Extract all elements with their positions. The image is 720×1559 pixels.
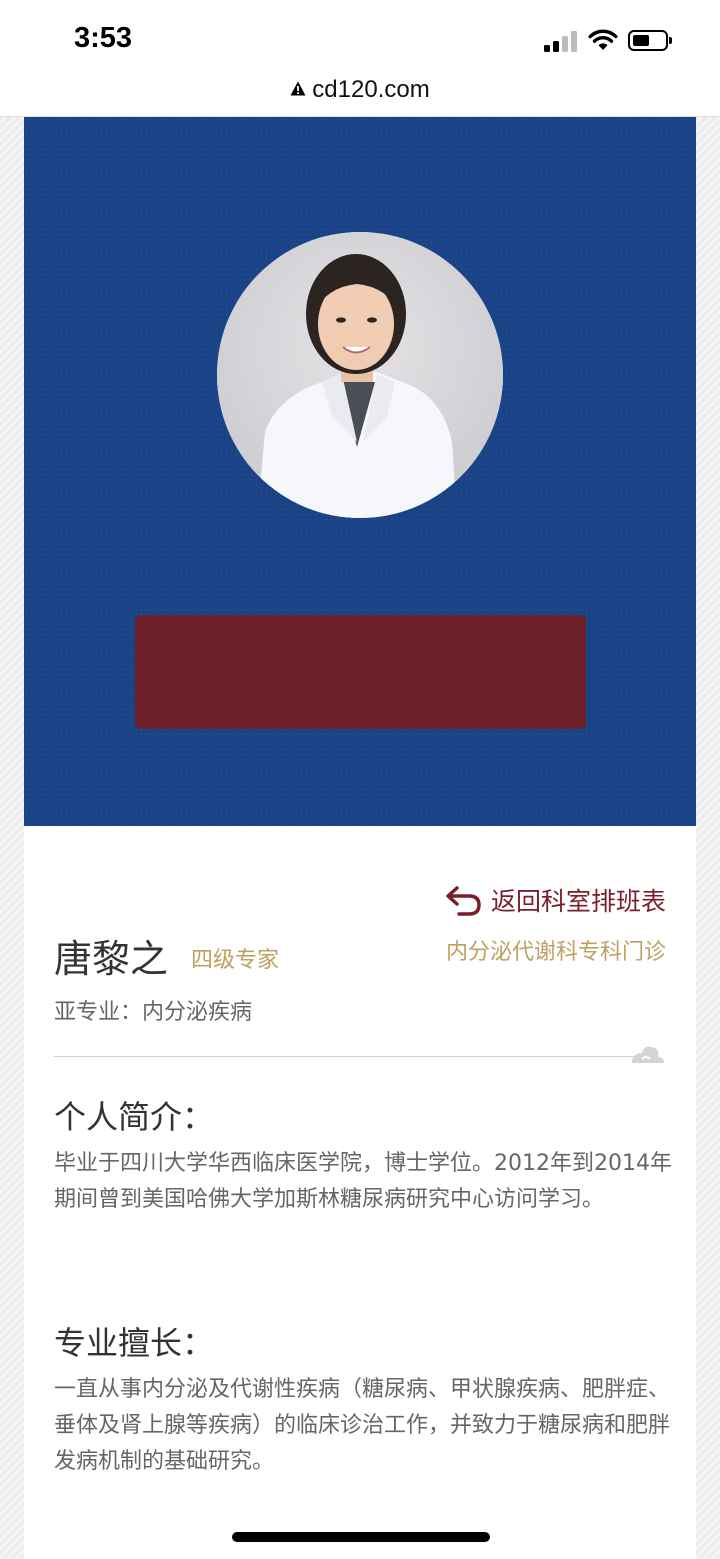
status-time: 3:53: [74, 22, 133, 54]
doctor-info-card: 返回科室排班表 内分泌代谢科专科门诊 唐黎之 四级专家 亚专业：内分泌疾病 个人…: [24, 826, 696, 1559]
expertise-text: 一直从事内分泌及代谢性疾病（糖尿病、甲状腺疾病、肥胖症、垂体及肾上腺等疾病）的临…: [54, 1377, 671, 1474]
page-margin-right: [696, 117, 720, 1559]
back-to-schedule-link[interactable]: 返回科室排班表: [445, 882, 666, 918]
name-banner: [135, 615, 586, 729]
doctor-title: 四级专家: [191, 948, 280, 973]
not-secure-warning-icon: [290, 81, 306, 96]
doctor-name: 唐黎之: [54, 937, 169, 981]
battery-icon: [628, 30, 672, 51]
cloud-ornament-icon: [632, 1046, 664, 1063]
home-indicator[interactable]: [232, 1532, 490, 1542]
doctor-avatar: [217, 232, 503, 518]
page-margin-left: [0, 117, 24, 1559]
bio-text: 毕业于四川大学华西临床医学院，博士学位。2012年到2014年期间曾到美国哈佛大…: [54, 1151, 672, 1212]
return-arrow-icon: [446, 886, 481, 916]
expertise-heading: 专业擅长：: [54, 1324, 215, 1362]
department-name: 内分泌代谢科专科门诊: [445, 940, 666, 965]
cellular-signal-icon: [544, 30, 580, 52]
section-divider: [54, 1056, 634, 1057]
status-bar: 3:53: [0, 0, 720, 74]
subspecialty: 亚专业：内分泌疾病: [54, 1000, 253, 1025]
back-link-label: 返回科室排班表: [490, 887, 666, 916]
browser-address-bar[interactable]: cd120.com: [0, 74, 720, 117]
url-text: cd120.com: [312, 76, 430, 103]
wifi-icon: [588, 29, 618, 50]
doctor-hero: [24, 117, 696, 826]
bio-heading: 个人简介：: [54, 1098, 215, 1136]
